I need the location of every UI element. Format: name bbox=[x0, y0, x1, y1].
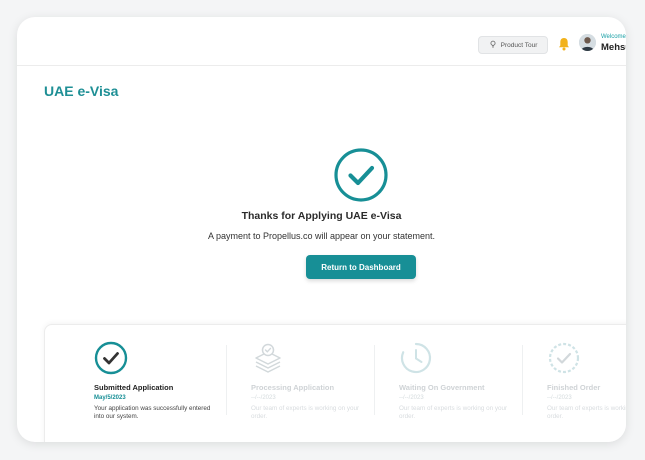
user-avatar[interactable] bbox=[579, 34, 596, 51]
step-title: Finished Order bbox=[547, 383, 601, 392]
notification-bell-icon[interactable] bbox=[558, 37, 570, 51]
step-description: Our team of experts is working on your o… bbox=[251, 405, 360, 420]
step-title: Submitted Application bbox=[94, 383, 174, 392]
step-description: Our team of experts is working on your o… bbox=[547, 405, 626, 420]
step-date: --/--/2023 bbox=[547, 395, 572, 401]
application-progress-panel: Submitted Application May/5/2023 Your ap… bbox=[44, 324, 626, 442]
payment-statement-message: A payment to Propellus.co will appear on… bbox=[207, 231, 436, 241]
lightbulb-icon bbox=[489, 40, 497, 50]
step-divider bbox=[522, 345, 523, 415]
page-title: UAE e-Visa bbox=[44, 83, 119, 99]
success-check-icon bbox=[333, 147, 389, 203]
document-stack-icon bbox=[251, 341, 285, 375]
product-tour-button[interactable]: Product Tour bbox=[478, 36, 548, 54]
return-to-dashboard-button[interactable]: Return to Dashboard bbox=[306, 255, 416, 279]
product-tour-label: Product Tour bbox=[500, 41, 538, 49]
step-divider bbox=[374, 345, 375, 415]
step-description: Our team of experts is working on your o… bbox=[399, 405, 508, 420]
step-divider bbox=[226, 345, 227, 415]
confirmation-heading: Thanks for Applying UAE e-Visa bbox=[241, 210, 402, 222]
app-window: Product Tour Welcome Mehsum UAE e-Visa T… bbox=[17, 17, 626, 442]
welcome-text: Welcome bbox=[601, 34, 626, 40]
step-title: Processing Application bbox=[251, 383, 335, 392]
check-badge-icon bbox=[547, 341, 581, 375]
step-date: May/5/2023 bbox=[94, 395, 126, 401]
step-date: --/--/2023 bbox=[399, 395, 424, 401]
clock-icon bbox=[399, 341, 433, 375]
step-description: Your application was successfully entere… bbox=[94, 405, 211, 420]
user-name[interactable]: Mehsum bbox=[601, 42, 626, 53]
step-date: --/--/2023 bbox=[251, 395, 276, 401]
check-circle-icon bbox=[94, 341, 128, 375]
top-bar: Product Tour Welcome Mehsum bbox=[17, 17, 626, 66]
step-title: Waiting On Government bbox=[399, 383, 485, 392]
